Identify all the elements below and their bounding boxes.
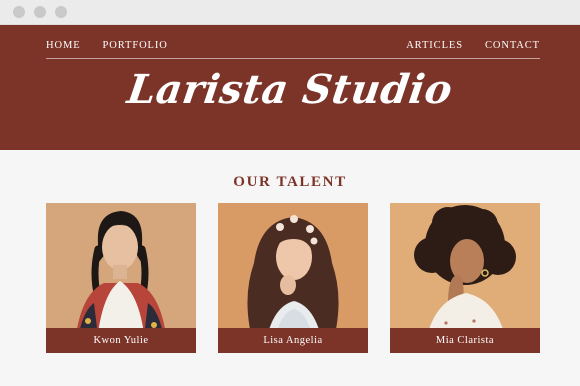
window-dot-close[interactable] — [13, 6, 25, 18]
talent-cards: Kwon Yulie Lisa Angelia Mia Clarista — [46, 203, 540, 353]
window-dot-minimize[interactable] — [34, 6, 46, 18]
brand-logo[interactable]: Larista Studio — [0, 66, 580, 113]
talent-name-label: Lisa Angelia — [218, 328, 368, 353]
talent-card-lisa-angelia[interactable]: Lisa Angelia — [218, 203, 368, 353]
nav-portfolio[interactable]: PORTFOLIO — [103, 40, 168, 51]
nav-contact[interactable]: CONTACT — [485, 40, 540, 51]
nav-divider — [46, 58, 540, 59]
hero-header: HOME PORTFOLIO ARTICLES CONTACT Larista … — [0, 25, 580, 150]
nav-articles[interactable]: ARTICLES — [406, 40, 463, 51]
talent-name-label: Kwon Yulie — [46, 328, 196, 353]
nav-right: ARTICLES CONTACT — [406, 40, 540, 51]
nav-home[interactable]: HOME — [46, 40, 81, 51]
top-nav: HOME PORTFOLIO ARTICLES CONTACT — [46, 40, 540, 51]
section-title: OUR TALENT — [233, 174, 347, 190]
nav-left: HOME PORTFOLIO — [46, 40, 168, 51]
talent-name-label: Mia Clarista — [390, 328, 540, 353]
talent-card-kwon-yulie[interactable]: Kwon Yulie — [46, 203, 196, 353]
talent-card-mia-clarista[interactable]: Mia Clarista — [390, 203, 540, 353]
browser-chrome — [0, 0, 580, 25]
window-dot-zoom[interactable] — [55, 6, 67, 18]
